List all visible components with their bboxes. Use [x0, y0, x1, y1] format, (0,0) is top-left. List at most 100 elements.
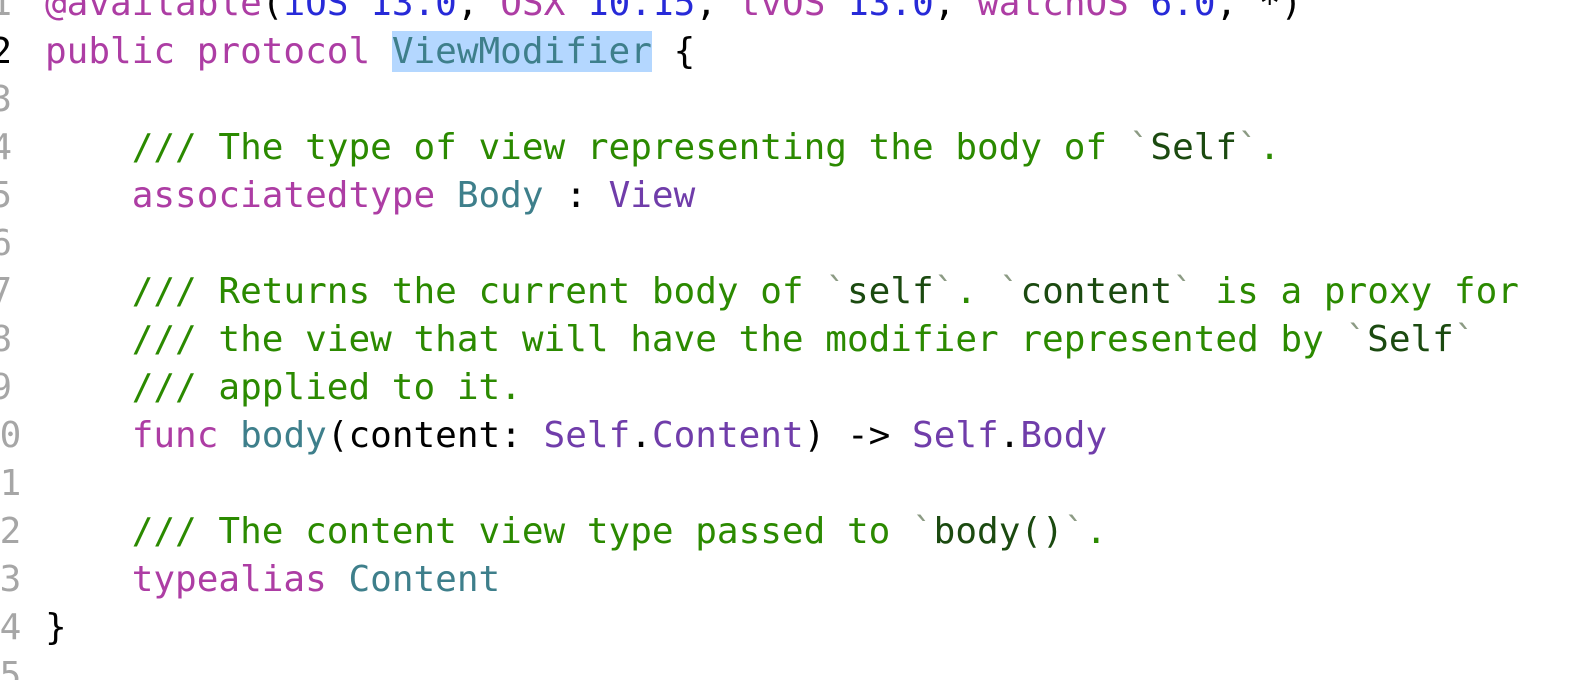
code-token: Self: [1150, 127, 1238, 168]
line-number: 14: [0, 607, 22, 648]
code-line[interactable]: 4 /// The type of view representing the …: [0, 124, 1570, 172]
code-token: ///: [131, 511, 197, 552]
code-token: body: [240, 415, 327, 456]
code-token: ,: [695, 0, 739, 24]
code-token: ///: [131, 127, 197, 168]
code-line[interactable]: 1 @available(iOS 13.0, OSX 10.15, tvOS 13…: [0, 0, 1570, 28]
code-line[interactable]: 8 /// the view that will have the modifi…: [0, 316, 1570, 364]
code-token: tvOS: [738, 0, 826, 24]
code-token: .: [1085, 511, 1108, 552]
code-token: Self: [1367, 319, 1454, 360]
code-line[interactable]: 6: [0, 220, 1570, 268]
line-number: 13: [0, 559, 22, 600]
line-code[interactable]: }: [45, 604, 67, 652]
code-token: ///: [131, 319, 197, 360]
line-code[interactable]: /// the view that will have the modifier…: [45, 316, 1476, 364]
code-token: 13.0: [847, 0, 934, 24]
code-token: .: [998, 415, 1021, 456]
code-token: ,: [933, 0, 978, 24]
code-token: the view that will have the modifier rep…: [196, 319, 1346, 360]
code-token: }: [45, 607, 67, 648]
code-token: The content view type passed to: [196, 511, 912, 552]
code-token: `: [1345, 319, 1368, 360]
code-token: Body: [456, 175, 544, 216]
code-token: `: [825, 271, 847, 312]
code-token: @available: [45, 0, 262, 24]
code-line[interactable]: 9 /// applied to it.: [0, 364, 1570, 412]
code-token: iOS: [283, 0, 349, 24]
code-token: .: [955, 271, 999, 312]
line-code[interactable]: /// applied to it.: [45, 364, 522, 412]
line-number: 4: [0, 127, 12, 168]
code-token: `: [911, 511, 934, 552]
code-line[interactable]: 10 func body(content: Self.Content) -> S…: [0, 412, 1570, 460]
code-token: `: [1237, 127, 1259, 168]
line-code[interactable]: /// The content view type passed to `bod…: [45, 508, 1107, 556]
line-number: 1: [0, 0, 12, 24]
line-number: 5: [0, 175, 12, 216]
code-editor[interactable]: 1 @available(iOS 13.0, OSX 10.15, tvOS 13…: [0, 0, 1570, 680]
code-line[interactable]: 2 public protocol ViewModifier {: [0, 28, 1570, 76]
code-token: watchOS: [977, 0, 1129, 24]
code-token: protocol: [196, 31, 371, 72]
line-number: 7: [0, 271, 12, 312]
line-code[interactable]: /// Returns the current body of `self`. …: [45, 268, 1519, 316]
code-token: `: [1063, 511, 1086, 552]
line-code[interactable]: public protocol ViewModifier {: [45, 28, 695, 76]
code-line[interactable]: 7 /// Returns the current body of `self`…: [0, 268, 1570, 316]
code-line[interactable]: 5 associatedtype Body : View: [0, 172, 1570, 220]
line-number: 2: [0, 31, 12, 72]
line-code[interactable]: /// The type of view representing the bo…: [45, 124, 1281, 172]
code-token: Returns the current body of: [196, 271, 826, 312]
code-token: Body: [1020, 415, 1108, 456]
code-token: {: [651, 31, 696, 72]
code-token: `: [1453, 319, 1476, 360]
code-token: (content:: [326, 415, 544, 456]
selected-token: ViewModifier: [391, 31, 652, 72]
code-line[interactable]: 11: [0, 460, 1570, 508]
line-code[interactable]: func body(content: Self.Content) -> Self…: [45, 412, 1107, 460]
code-token: 13.0: [370, 0, 457, 24]
line-number: 3: [0, 79, 12, 120]
code-token: 6.0: [1150, 0, 1216, 24]
code-token: (: [261, 0, 284, 24]
code-token: :: [543, 175, 609, 216]
code-token: , *): [1215, 0, 1303, 24]
code-token: ///: [131, 367, 197, 408]
code-line[interactable]: 12 /// The content view type passed to `…: [0, 508, 1570, 556]
code-token: .: [1258, 127, 1281, 168]
line-number: 11: [0, 463, 22, 504]
code-token: `: [1128, 127, 1151, 168]
line-number: 9: [0, 367, 12, 408]
code-token: content: [1020, 271, 1173, 312]
code-token: Content: [651, 415, 804, 456]
code-token: self: [846, 271, 934, 312]
code-line[interactable]: 13 typealias Content: [0, 556, 1570, 604]
code-token: The type of view representing the body o…: [196, 127, 1129, 168]
code-token: is a proxy for: [1193, 271, 1519, 312]
code-line[interactable]: 14}: [0, 604, 1570, 652]
line-code[interactable]: typealias Content: [45, 556, 500, 604]
code-token: Self: [912, 415, 999, 456]
code-token: func: [131, 415, 219, 456]
code-token: `: [998, 271, 1021, 312]
code-token: OSX: [500, 0, 566, 24]
line-number: 12: [0, 511, 22, 552]
line-code[interactable]: associatedtype Body : View: [45, 172, 696, 220]
line-number: 15: [0, 655, 22, 680]
code-line[interactable]: 3: [0, 76, 1570, 124]
line-code[interactable]: @available(iOS 13.0, OSX 10.15, tvOS 13.…: [45, 0, 1302, 28]
code-line[interactable]: 15: [0, 652, 1570, 680]
